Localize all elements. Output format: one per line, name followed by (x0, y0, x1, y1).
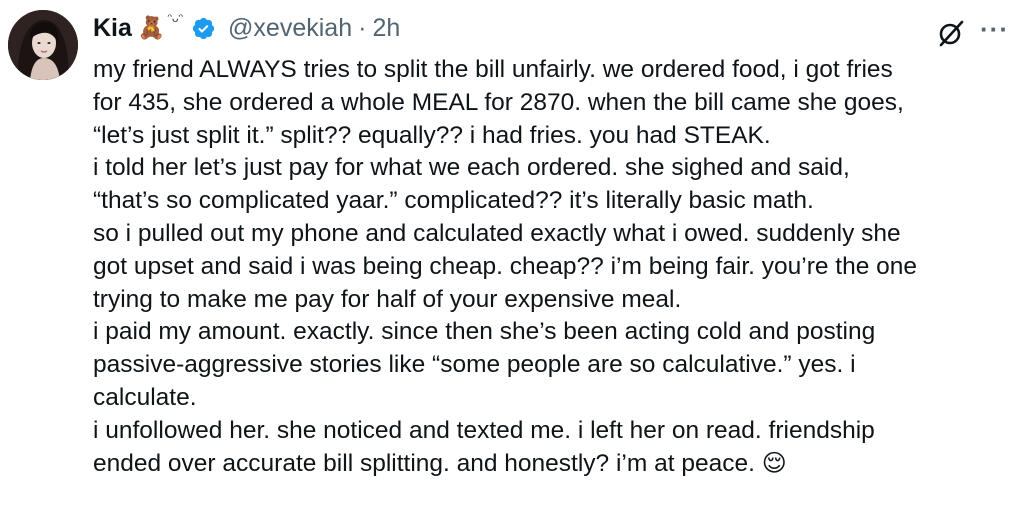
avatar-image (8, 10, 78, 80)
tweet-line: trying to make me pay for half of your e… (93, 285, 682, 313)
tweet-last-line: ended over accurate bill splitting. and … (93, 448, 1018, 481)
tweet-line: for 435, she ordered a whole MEAL for 28… (93, 88, 904, 116)
author-name[interactable]: Kia (93, 14, 132, 43)
tweet-line: i told her let’s just pay for what we ea… (93, 154, 850, 182)
tweet-line: my friend ALWAYS tries to split the bill… (93, 56, 893, 83)
separator-dot: · (358, 13, 367, 42)
tweet-line: got upset and said i was being cheap. ch… (93, 252, 918, 280)
tweet-line: calculate. (93, 383, 197, 411)
author-handle[interactable]: @xevekiah (228, 14, 352, 43)
profile-avatar[interactable] (8, 10, 78, 80)
relieved-face-emoji: 😌 (761, 449, 787, 477)
tweet-line: passive-aggressive stories like “some pe… (93, 351, 856, 379)
tweet-line: “let’s just split it.” split?? equally??… (93, 121, 771, 149)
name-decoration: ᵔᴗᵔ (167, 11, 184, 25)
tweet-line: i unfollowed her. she noticed and texted… (93, 416, 875, 444)
tweet-line: i paid my amount. exactly. since then sh… (93, 318, 876, 346)
tweet-line: so i pulled out my phone and calculated … (93, 219, 901, 247)
tweet-text: my friend ALWAYS tries to split the bill… (93, 54, 1018, 480)
tweet-timestamp[interactable]: 2h (372, 14, 400, 43)
teddy-bear-emoji: 🧸 (137, 15, 166, 40)
more-options-icon[interactable]: ··· (980, 14, 1009, 45)
grok-icon[interactable] (936, 18, 966, 48)
tweet-line: ended over accurate bill splitting. and … (93, 449, 755, 477)
tweet-line: “that’s so complicated yaar.” complicate… (93, 187, 814, 215)
tweet-header: Kia 🧸 ᵔᴗᵔ @xevekiah · 2h (93, 10, 400, 46)
verified-badge-icon[interactable] (191, 16, 216, 41)
tweet[interactable]: Kia 🧸 ᵔᴗᵔ @xevekiah · 2h ··· my friend A… (0, 0, 1024, 527)
